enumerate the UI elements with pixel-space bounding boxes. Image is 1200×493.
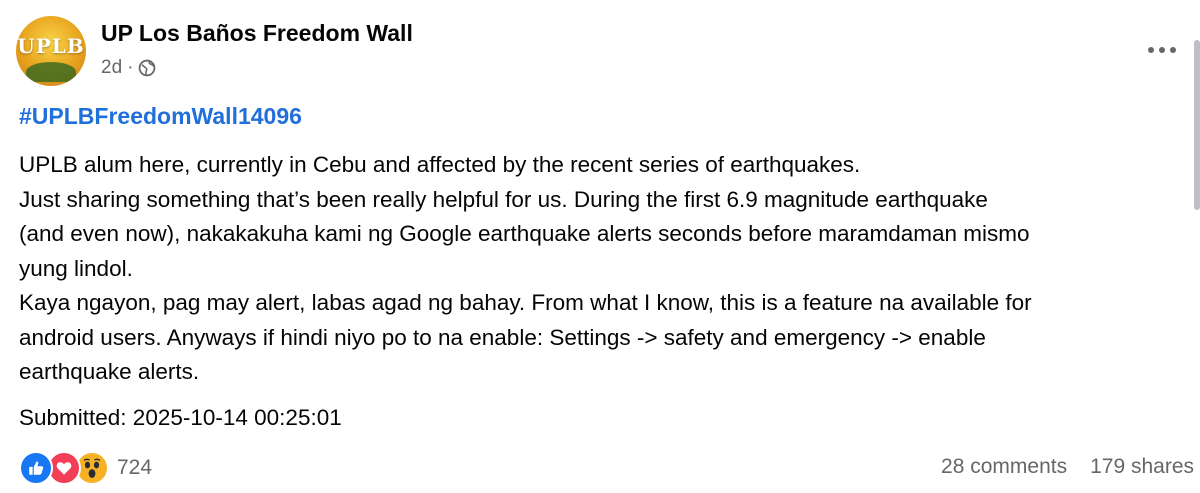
post-body-line: android users. Anyways if hindi niyo po … [19, 324, 986, 350]
like-icon [19, 451, 53, 485]
shares-count-link[interactable]: 179 shares [1090, 455, 1194, 479]
meta-separator: · [127, 57, 134, 78]
engagement-stats: 28 comments 179 shares [941, 455, 1194, 479]
post-body-line: UPLB alum here, currently in Cebu and af… [19, 152, 861, 177]
reaction-count: 724 [117, 456, 153, 479]
post-body-line: earthquake alerts. [19, 359, 200, 384]
comments-count-link[interactable]: 28 comments [941, 455, 1067, 479]
hashtag-link[interactable]: #UPLBFreedomWall14096 [19, 103, 302, 130]
globe-icon [139, 59, 156, 77]
page-name-link[interactable]: UP Los Baños Freedom Wall [101, 20, 413, 47]
post-timestamp[interactable]: 2d [101, 57, 122, 79]
reactions-summary[interactable]: 724 [19, 451, 152, 485]
post-body-line: (and even now), nakakakuha kami ng Googl… [19, 221, 1030, 246]
more-options-button[interactable] [1140, 34, 1184, 66]
page-avatar[interactable]: UPLB [16, 16, 86, 86]
more-options-icon [1148, 47, 1176, 53]
post-body-line: Just sharing something that’s been reall… [19, 186, 988, 212]
scrollbar-thumb[interactable] [1194, 40, 1200, 210]
avatar-logo-text: UPLB [17, 34, 85, 58]
avatar-leaves [26, 62, 76, 82]
post-body-line: yung lindol. [19, 255, 133, 281]
submitted-timestamp: Submitted: 2025-10-14 00:25:01 [19, 405, 342, 430]
post-meta: 2d · [101, 57, 156, 79]
post-body-line: Kaya ngayon, pag may alert, labas agad n… [19, 290, 1032, 315]
facebook-post: UPLB UP Los Baños Freedom Wall 2d · #UPL… [0, 0, 1200, 493]
post-body: UPLB alum here, currently in Cebu and af… [19, 148, 1179, 390]
